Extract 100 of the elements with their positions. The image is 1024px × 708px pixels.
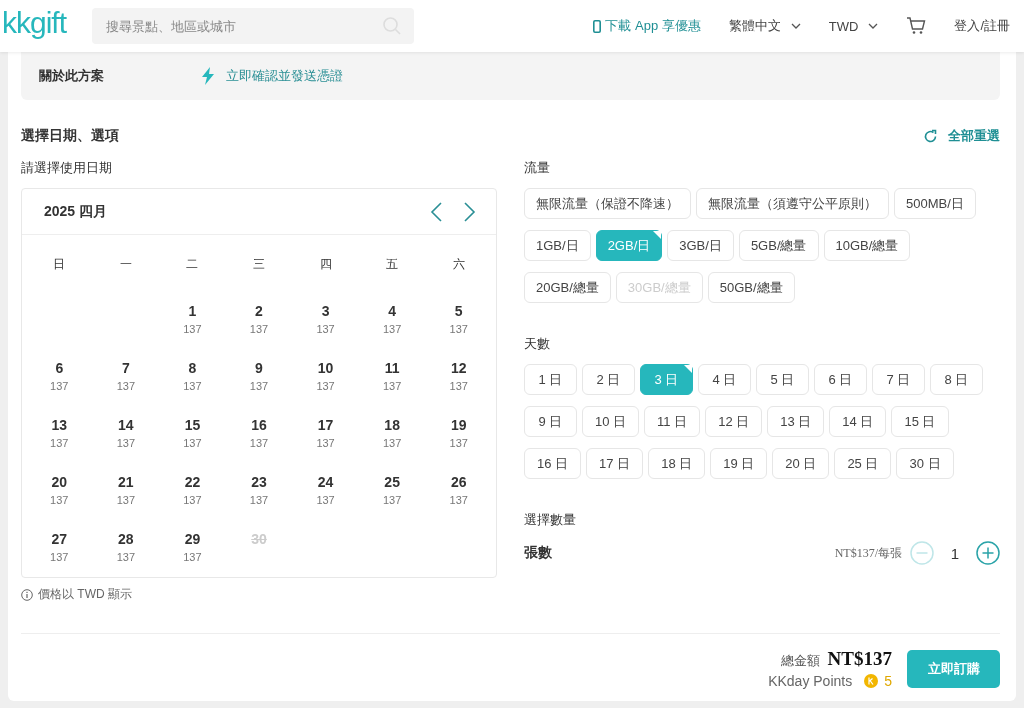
calendar-day[interactable]: 1 [188, 303, 197, 319]
field-label: 請選擇使用日期 [21, 159, 113, 177]
calendar-day[interactable]: 14 [118, 417, 134, 433]
option-chip[interactable]: 10GB/總量 [823, 230, 911, 261]
day-price: 137 [449, 494, 468, 506]
calendar-day[interactable]: 28 [118, 531, 134, 547]
option-chip[interactable]: 12 日 [705, 406, 763, 437]
calendar-day[interactable]: 4 [388, 303, 397, 319]
calendar-day[interactable]: 25 [384, 474, 400, 490]
calendar-day[interactable]: 18 [384, 417, 400, 433]
lightning-icon [202, 67, 214, 85]
weekday-label: 四 [319, 255, 332, 273]
previous-month-button[interactable] [430, 201, 442, 222]
search-field[interactable]: 搜尋景點、地區或城市 [92, 8, 415, 44]
option-chip[interactable]: 2 日 [582, 364, 635, 395]
day-price: 137 [50, 380, 69, 392]
option-chip[interactable]: 1 日 [524, 364, 577, 395]
calendar-day[interactable]: 22 [184, 474, 201, 490]
cart-icon[interactable] [906, 17, 927, 35]
calendar-day[interactable]: 16 [251, 417, 267, 433]
login-link[interactable]: 登入/註冊 [954, 17, 1010, 35]
chevron-down-icon [790, 23, 801, 29]
option-chip[interactable]: 19 日 [710, 448, 768, 479]
option-chip[interactable]: 5GB/總量 [738, 230, 819, 261]
calendar-day[interactable]: 29 [184, 531, 201, 547]
section-title: 選擇日期、選項 [21, 127, 120, 145]
weekday-label: 二 [186, 255, 199, 273]
day-price: 137 [316, 323, 335, 335]
day-price: 137 [116, 437, 136, 449]
option-chip[interactable]: 16 日 [524, 448, 582, 479]
day-price: 137 [183, 380, 202, 392]
calendar-day[interactable]: 2 [255, 303, 263, 319]
option-chip[interactable]: 1GB/日 [524, 230, 591, 261]
calendar-day[interactable]: 12 [450, 360, 467, 376]
option-chip[interactable]: 50GB/總量 [707, 272, 795, 303]
option-chip[interactable]: 9 日 [524, 406, 577, 437]
day-price: 137 [183, 437, 202, 449]
calendar-day[interactable]: 6 [55, 360, 64, 376]
option-chip[interactable]: 18 日 [648, 448, 706, 479]
calendar-day[interactable]: 8 [188, 360, 197, 376]
day-price: 137 [382, 494, 402, 506]
language-menu[interactable]: 繁體中文 [728, 17, 801, 35]
calendar-day[interactable]: 9 [255, 360, 263, 376]
calendar-day[interactable]: 27 [51, 531, 68, 547]
feature-text: 立即確認並發送憑證 [226, 67, 343, 85]
calendar-day[interactable]: 20 [51, 474, 68, 490]
currency-menu[interactable]: TWD [828, 18, 879, 34]
day-price: 137 [50, 437, 69, 449]
option-label: 流量 [524, 159, 551, 177]
option-chip[interactable]: 10 日 [582, 406, 640, 437]
price-note: 價格以 TWD 顯示 [38, 586, 132, 603]
option-chip[interactable]: 14 日 [829, 406, 887, 437]
option-chip[interactable]: 無限流量（保證不降速） [524, 188, 691, 219]
day-price: 137 [316, 494, 335, 506]
option-chip[interactable]: 3GB/日 [667, 230, 734, 261]
calendar-day[interactable]: 15 [184, 417, 201, 433]
quantity-value: 1 [949, 544, 961, 562]
option-chip[interactable]: 6 日 [814, 364, 867, 395]
option-chip[interactable]: 20 日 [772, 448, 830, 479]
option-chip[interactable]: 7 日 [872, 364, 925, 395]
option-chip[interactable]: 8 日 [930, 364, 983, 395]
day-price: 137 [449, 323, 468, 335]
weekday-label: 一 [119, 255, 132, 273]
option-chip[interactable]: 25 日 [834, 448, 892, 479]
option-chip[interactable]: 17 日 [586, 448, 644, 479]
calendar-day[interactable]: 10 [317, 360, 334, 376]
day-price: 137 [382, 437, 402, 449]
option-chip[interactable]: 15 日 [891, 406, 949, 437]
search-field[interactable]: 搜尋景點、地區或城市 [104, 17, 383, 35]
chevron-right-icon [464, 201, 476, 222]
info-icon [21, 588, 33, 601]
option-chip[interactable]: 500MB/日 [894, 188, 976, 219]
calendar-day[interactable]: 7 [121, 360, 130, 376]
calendar-day[interactable]: 17 [317, 417, 334, 433]
download-app-link[interactable]: 下載 App 享優惠 [593, 17, 701, 35]
calendar-day[interactable]: 13 [51, 417, 68, 433]
calendar-day[interactable]: 19 [450, 417, 467, 433]
plus-icon [976, 541, 1000, 565]
calendar-day[interactable]: 23 [251, 474, 267, 490]
option-chip[interactable]: 20GB/總量 [524, 272, 611, 303]
calendar-day[interactable]: 3 [321, 303, 330, 319]
option-chip[interactable]: 4 日 [698, 364, 751, 395]
option-chip[interactable]: 13 日 [767, 406, 825, 437]
increase-button[interactable] [976, 541, 1000, 565]
calendar-day[interactable]: 24 [317, 474, 334, 490]
weekday-label: 五 [386, 255, 399, 273]
calendar-day[interactable]: 26 [450, 474, 467, 490]
calendar-day[interactable]: 21 [118, 474, 134, 490]
option-chip[interactable]: 30 日 [896, 448, 954, 479]
option-chip[interactable]: 5 日 [756, 364, 809, 395]
option-chip[interactable]: 無限流量（須遵守公平原則） [696, 188, 889, 219]
calendar-day[interactable]: 11 [384, 360, 400, 376]
option-chip[interactable]: 11 日 [644, 406, 701, 437]
reset-all-button[interactable]: 全部重選 [923, 127, 1000, 145]
chevron-down-icon [868, 23, 879, 29]
calendar-day[interactable]: 5 [454, 303, 463, 319]
next-month-button[interactable] [464, 201, 476, 222]
day-price: 137 [50, 494, 69, 506]
panel-title: 關於此方案 [39, 67, 105, 85]
refresh-icon [923, 128, 938, 144]
